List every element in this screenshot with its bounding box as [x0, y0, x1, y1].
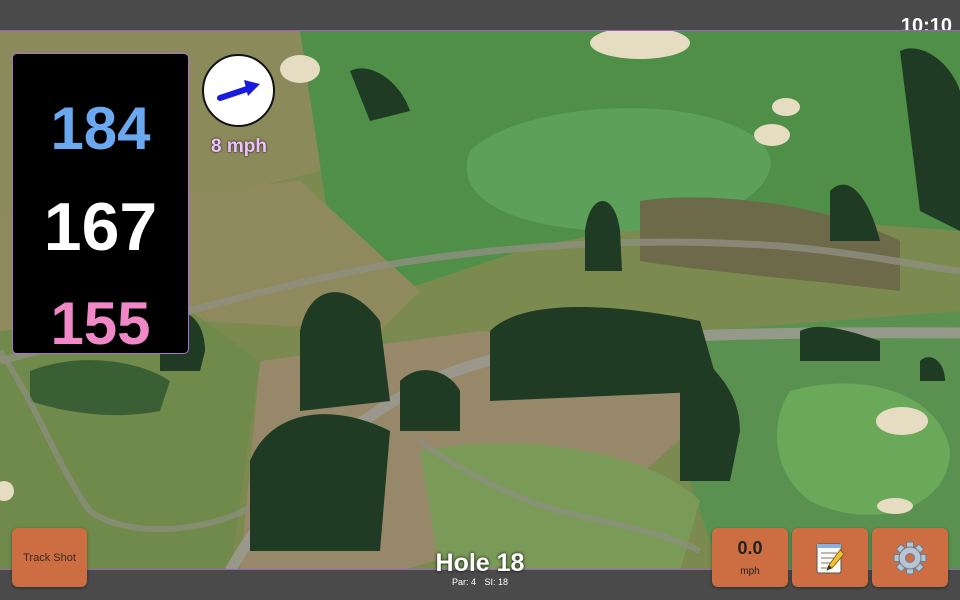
wind-direction-arrow-icon — [217, 80, 260, 101]
gear-icon — [893, 541, 927, 575]
speed-button[interactable]: 0.0 mph — [712, 528, 788, 587]
course-satellite-map[interactable]: 184 167 155 8 mph — [0, 30, 960, 570]
hole-info: Par: 4 SI: 18 — [380, 577, 580, 587]
wind-indicator[interactable] — [202, 54, 275, 127]
stroke-index-label: SI: 18 — [484, 577, 509, 587]
speed-value: 0.0 — [737, 538, 763, 558]
wind-speed-label: 8 mph — [211, 136, 267, 157]
golf-gps-screen: 10:10 184 167 155 8 mph Track Shot Hole … — [0, 0, 960, 600]
back-distance: 184 — [50, 95, 151, 162]
center-distance: 167 — [43, 189, 158, 265]
status-bar: 10:10 — [0, 0, 960, 37]
speed-unit: mph — [740, 566, 760, 577]
par-label: Par: 4 — [451, 577, 476, 587]
track-shot-button[interactable]: Track Shot — [12, 528, 87, 587]
front-distance: 155 — [50, 290, 151, 357]
settings-button[interactable] — [872, 528, 948, 587]
notes-button[interactable] — [792, 528, 868, 587]
hole-title: Hole 18 — [435, 549, 525, 577]
notepad-icon — [816, 543, 845, 574]
distance-panel: 184 167 155 — [12, 53, 189, 357]
